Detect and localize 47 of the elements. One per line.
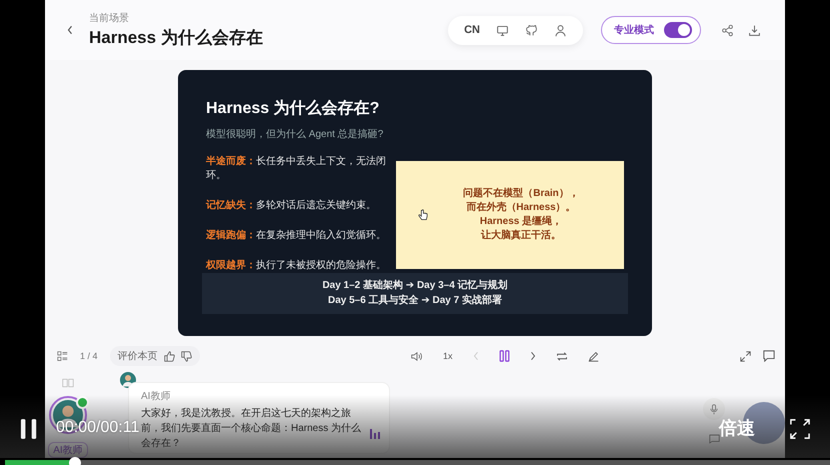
message-text: 大家好，我是沈教授。在开启这七天的架构之旅前，我们先要直面一个核心命题：Harness 为什么会存在？ — [141, 406, 362, 451]
volume-icon[interactable] — [411, 350, 423, 362]
problem-text: 逻辑跑偏：在复杂推理中陷入幻觉循环。 — [206, 229, 386, 243]
thumbs-down-icon[interactable] — [180, 350, 192, 362]
problem-text: 权限越界：执行了未被授权的危险操作。 — [206, 259, 386, 273]
fullscreen-icon[interactable] — [790, 419, 810, 439]
microphone-button[interactable] — [703, 398, 725, 420]
expand-icon[interactable] — [740, 350, 751, 362]
language-button[interactable]: CN — [464, 24, 480, 36]
roadmap-text: Day 1–2 基础架构 ➔ Day 3–4 记忆与规划 — [322, 279, 508, 293]
download-icon[interactable] — [748, 24, 761, 36]
playback-speed-button[interactable]: 倍速 — [719, 416, 755, 440]
callout-text: Harness 是缰绳， — [480, 215, 562, 229]
github-icon[interactable] — [525, 24, 538, 36]
back-icon[interactable] — [67, 25, 73, 35]
loop-icon[interactable] — [556, 350, 568, 362]
next-icon[interactable] — [530, 351, 536, 361]
chat-bubble-icon[interactable] — [709, 434, 720, 444]
sender-name: AI教师 — [141, 390, 172, 403]
mode-toggle[interactable]: 专业模式 — [601, 16, 701, 44]
grid-icon[interactable] — [57, 350, 68, 362]
mode-label: 专业模式 — [614, 24, 654, 37]
user-icon[interactable] — [554, 24, 567, 36]
roadmap-text: Day 5–6 工具与安全 ➔ Day 7 实战部署 — [328, 294, 502, 308]
problem-text: 半途而废：长任务中丢失上下文，无法闭环。 — [206, 155, 386, 182]
pointer-hand-icon — [418, 209, 428, 221]
pause-icon[interactable] — [20, 418, 38, 440]
speed-button[interactable]: 1x — [443, 351, 453, 361]
callout-text: 让大脑真正干活。 — [481, 229, 561, 243]
toggle-switch[interactable] — [664, 22, 692, 38]
audio-bars-icon[interactable] — [369, 429, 381, 439]
page-title: Harness 为什么会存在 — [89, 27, 264, 49]
thumbs-up-icon[interactable] — [164, 350, 175, 362]
page-counter: 1 / 4 — [80, 351, 98, 361]
slide-title: Harness 为什么会存在? — [206, 98, 380, 119]
share-icon[interactable] — [721, 24, 734, 36]
slide-subtitle: 模型很聪明，但为什么 Agent 总是搞砸? — [206, 128, 384, 141]
scene-label: 当前场景 — [89, 12, 130, 25]
pen-icon[interactable] — [588, 350, 599, 362]
callout-text: 而在外壳（Harness）。 — [466, 201, 576, 215]
rate-label: 评价本页 — [118, 350, 158, 363]
online-status-icon — [76, 396, 89, 409]
callout-text: 问题不在模型（Brain）， — [463, 187, 579, 201]
microphone-icon — [710, 404, 718, 414]
monitor-icon[interactable] — [496, 24, 509, 36]
comment-icon[interactable] — [763, 350, 775, 362]
problem-text: 记忆缺失：多轮对话后遗忘关键约束。 — [206, 198, 377, 212]
